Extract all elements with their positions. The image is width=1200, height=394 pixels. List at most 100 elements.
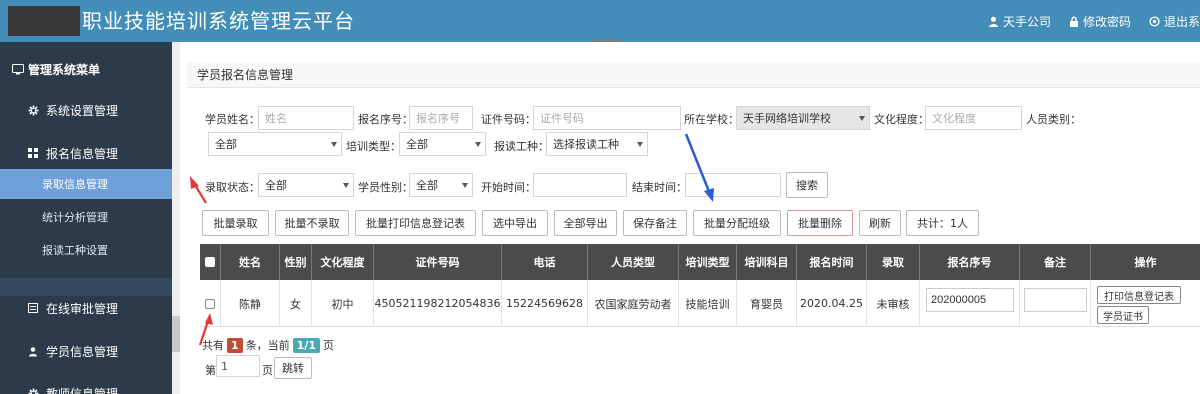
cell-person-type: 农国家庭劳动者 [588,280,679,327]
company-label: 天手公司 [1002,14,1051,29]
chevron-down-icon [343,183,349,188]
gender-label: 学员性别： [358,181,413,194]
school-select[interactable]: 天手网络培训学校 [736,106,870,130]
change-password-label: 修改密码 [1082,14,1131,29]
cell-phone: 15224569628 [502,280,588,327]
name-input[interactable] [258,106,354,130]
sidebar-subitem-label: 统计分析管理 [42,211,108,224]
cell-gender: 女 [280,280,312,327]
trade-select-value: 选择报读工种 [553,138,619,151]
name-label: 学员姓名： [205,113,260,126]
sidebar-item-label: 在线审批管理 [46,301,119,316]
panel-title: 学员报名信息管理 [187,62,1200,88]
pager-page-badge: 1/1 [292,337,320,353]
traintype-select[interactable]: 全部 [399,132,486,156]
admit-select[interactable]: 全部 [258,173,354,197]
save-remark-button[interactable]: 保存备注 [623,210,687,236]
user-icon [989,16,998,27]
sidebar-subitem-admission[interactable]: 录取信息管理 [0,169,172,199]
batch-admit-button[interactable]: 批量录取 [202,210,269,236]
batch-reject-button[interactable]: 批量不录取 [275,210,349,236]
edu-input[interactable] [925,106,1022,130]
export-all-button[interactable]: 全部导出 [554,210,617,236]
chevron-down-icon [331,142,337,147]
sidebar-item-teacher-info[interactable]: 教师信息管理 [0,378,172,394]
end-time-input[interactable] [685,173,781,197]
cell-education: 初中 [312,280,374,327]
pager-total-suffix: 条，当前 [245,339,290,352]
list-icon [26,303,40,313]
logout-link[interactable]: 退出系 [1149,13,1200,30]
batch-delete-button[interactable]: 批量删除 [787,210,853,236]
start-time-label: 开始时间： [481,181,536,194]
column-header: 操作 [1134,256,1157,269]
sidebar-subitem-label: 报读工种设置 [42,244,108,257]
power-icon [1149,15,1160,27]
pager-total-prefix: 共有 [202,339,224,352]
gender-select[interactable]: 全部 [409,173,473,197]
export-selected-button[interactable]: 选中导出 [482,210,548,236]
idno-input[interactable] [533,106,681,130]
sidebar-item-registration[interactable]: 报名信息管理 [0,138,172,168]
trade-select[interactable]: 选择报读工种 [546,132,648,156]
company-link[interactable]: 天手公司 [988,13,1051,30]
remark-input[interactable] [1024,288,1087,312]
admit-select-value: 全部 [265,179,287,192]
change-password-link[interactable]: 修改密码 [1069,13,1131,30]
persontype-select[interactable]: 全部 [208,132,342,156]
goto-button[interactable]: 跳转 [274,357,312,379]
cell-name: 陈静 [221,280,280,327]
column-header: 录取 [867,244,920,280]
regno-input[interactable] [409,106,473,130]
sidebar-subitem-trade-settings[interactable]: 报读工种设置 [0,235,172,265]
sidebar-subitem-label: 录取信息管理 [42,178,108,191]
regno-label: 报名序号： [358,113,413,126]
app-title: 职业技能培训系统管理云平台 [82,9,355,33]
student-certificate-button[interactable]: 学员证书 [1097,306,1149,324]
school-label: 所在学校： [684,113,739,126]
batch-print-button[interactable]: 批量打印信息登记表 [355,210,476,236]
gender-select-value: 全部 [416,179,438,192]
column-header: 培训类型 [679,244,737,280]
persontype-select-value: 全部 [215,138,237,151]
batch-assign-class-button[interactable]: 批量分配班级 [693,210,781,236]
select-all-checkbox[interactable] [205,257,215,267]
reg-no-input[interactable] [926,288,1014,312]
gear-icon [26,105,40,116]
grid-icon [26,148,40,158]
search-button[interactable]: 搜索 [786,172,828,198]
select-all-cell [200,244,221,280]
sidebar-item-label: 系统设置管理 [46,103,119,118]
gear-icon [26,388,40,394]
pager-summary: 共有 1 条，当前 1/1 页 [202,337,334,353]
start-time-input[interactable] [533,173,627,197]
total-count: 共计：1人 [906,210,979,236]
chevron-down-icon [475,142,481,147]
logout-label: 退出系 [1163,14,1200,29]
refresh-button[interactable]: 刷新 [859,210,901,236]
sidebar-item-online-approval[interactable]: 在线审批管理 [0,293,172,323]
print-registration-button[interactable]: 打印信息登记表 [1097,286,1181,304]
cell-id-number: 450521198212054836 [374,280,502,327]
top-header: 职业技能培训系统管理云平台 天手公司 修改密码 退出系 [0,0,1200,42]
sidebar-item-student-info[interactable]: 学员信息管理 [0,336,172,366]
persontype-label: 人员类别： [1026,113,1081,126]
goto-page-input[interactable] [216,355,260,377]
sidebar-menu-title-label: 管理系统菜单 [28,62,101,77]
chevron-down-icon [637,142,643,147]
pager-total-badge: 1 [227,337,243,353]
column-header: 报名时间 [797,244,867,280]
column-header: 备注 [1020,244,1091,280]
column-header: 性别 [280,244,312,280]
sidebar-item-system-settings[interactable]: 系统设置管理 [0,95,172,125]
row-checkbox[interactable] [205,298,215,309]
column-header: 报名序号 [920,244,1020,280]
content-scrollbar-thumb[interactable] [172,316,180,352]
chevron-down-icon [859,116,865,121]
sidebar-item-label: 教师信息管理 [46,386,119,394]
header-links: 天手公司 修改密码 退出系 [970,0,1200,42]
panel-title-label: 学员报名信息管理 [197,68,294,82]
chevron-down-icon [462,183,468,188]
column-header: 文化程度 [312,244,374,280]
sidebar-subitem-statistics[interactable]: 统计分析管理 [0,202,172,232]
